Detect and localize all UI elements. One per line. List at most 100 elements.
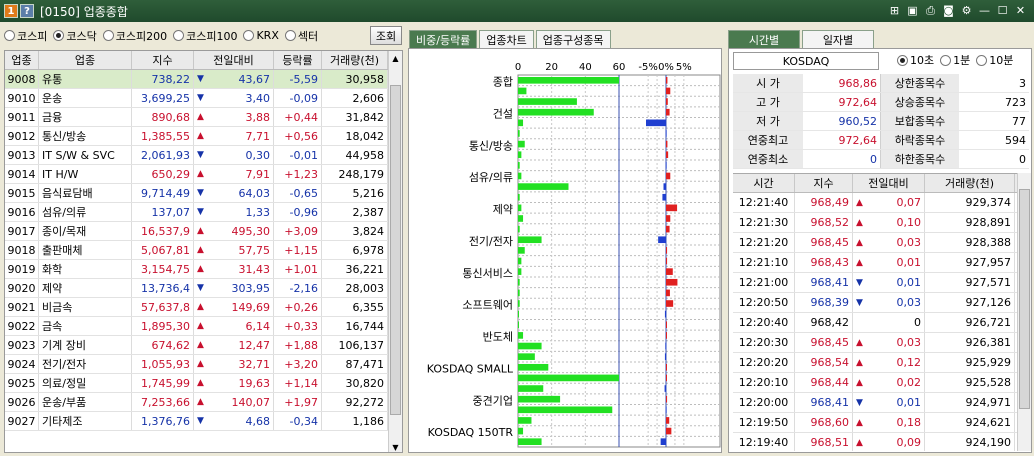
summary-value: 0 xyxy=(803,150,881,168)
weight-bar xyxy=(518,321,519,329)
table-row[interactable]: 12:20:20 968,54 ▲ 0,12 925,929 xyxy=(733,353,1029,373)
print-icon[interactable]: ⎙ xyxy=(923,3,938,18)
table-row[interactable]: 9008 유통 738,22 ▼ 43,67 -5,59 30,958 xyxy=(5,70,402,89)
market-radio-4[interactable]: KRX xyxy=(243,29,279,42)
change-value: 0,30 xyxy=(245,148,271,162)
down-arrow-icon: ▼ xyxy=(856,297,863,308)
pin-icon[interactable]: ⊞ xyxy=(887,3,902,18)
radio-dot[interactable] xyxy=(284,30,296,41)
column-header[interactable]: 전일대비 xyxy=(194,51,274,69)
table-row[interactable]: 9011 금융 890,68 ▲ 3,88 +0,44 31,842 xyxy=(5,108,402,127)
table-row[interactable]: 9010 운송 3,699,25 ▼ 3,40 -0,09 2,606 xyxy=(5,89,402,108)
tab-period-0[interactable]: 시간별 xyxy=(728,30,800,48)
sector-volume: 87,471 xyxy=(322,355,388,373)
interval-radio-1[interactable]: 1분 xyxy=(940,52,970,68)
table-row[interactable]: 12:21:40 968,49 ▲ 0,07 929,374 xyxy=(733,193,1029,213)
table-row[interactable]: 9015 음식료담배 9,714,49 ▼ 64,03 -0,65 5,216 xyxy=(5,184,402,203)
scroll-thumb[interactable] xyxy=(390,85,401,415)
minimize-icon[interactable]: — xyxy=(977,3,992,18)
table-row[interactable]: 9027 기타제조 1,376,76 ▼ 4,68 -0,34 1,186 xyxy=(5,412,402,431)
time-table: 시간 지수 전일대비 거래량(천) 12:21:40 968,49 ▲ 0,07 929,37… xyxy=(733,173,1029,451)
table-row[interactable]: 9022 금속 1,895,30 ▲ 6,14 +0,33 16,744 xyxy=(5,317,402,336)
column-header[interactable]: 등락률 xyxy=(274,51,322,69)
gear-icon[interactable]: ⚙ xyxy=(959,3,974,18)
sector-name: 출판매체 xyxy=(39,241,132,259)
market-radio-2[interactable]: 코스피200 xyxy=(102,28,167,44)
table-row[interactable]: 9026 운송/부품 7,253,66 ▲ 140,07 +1,97 92,272 xyxy=(5,393,402,412)
sector-code: 9010 xyxy=(5,89,39,107)
market-radio-5[interactable]: 섹터 xyxy=(284,28,318,44)
table-row[interactable]: 9014 IT H/W 650,29 ▲ 7,91 +1,23 248,179 xyxy=(5,165,402,184)
weight-tick-label: 20 xyxy=(545,62,558,73)
table-row[interactable]: 12:19:40 968,51 ▲ 0,09 924,190 xyxy=(733,433,1029,451)
weight-tick-label: 0 xyxy=(515,62,521,73)
camera-icon[interactable]: ◙ xyxy=(941,3,956,18)
radio-dot[interactable] xyxy=(53,30,65,41)
index-name-box[interactable]: KOSDAQ xyxy=(733,52,879,70)
column-header[interactable]: 지수 xyxy=(795,174,853,192)
radio-dot[interactable] xyxy=(897,54,908,66)
help-icon[interactable]: ? xyxy=(20,4,34,18)
up-arrow-icon: ▲ xyxy=(856,217,863,228)
tick-change: ▼ 0,03 xyxy=(853,293,925,312)
table-row[interactable]: 9013 IT S/W & SVC 2,061,93 ▼ 0,30 -0,01 44,958 xyxy=(5,146,402,165)
table-row[interactable]: 9019 화학 3,154,75 ▲ 31,43 +1,01 36,221 xyxy=(5,260,402,279)
column-header[interactable]: 업종 xyxy=(39,51,132,69)
table-row[interactable]: 9016 섬유/의류 137,07 ▼ 1,33 -0,96 2,387 xyxy=(5,203,402,222)
table-row[interactable]: 12:21:20 968,45 ▲ 0,03 928,388 xyxy=(733,233,1029,253)
table-row[interactable]: 12:19:50 968,60 ▲ 0,18 924,621 xyxy=(733,413,1029,433)
tab-period-1[interactable]: 일자별 xyxy=(802,30,874,48)
weight-bar xyxy=(518,310,519,318)
time-table-scrollbar[interactable] xyxy=(1017,173,1031,451)
weight-bar xyxy=(518,427,524,435)
tab-chart-0[interactable]: 비중/등락률 xyxy=(409,30,478,48)
weight-bar xyxy=(518,204,522,212)
table-row[interactable]: 9025 의료/정밀 1,745,99 ▲ 19,63 +1,14 30,820 xyxy=(5,374,402,393)
market-radio-1[interactable]: 코스닥 xyxy=(53,28,97,44)
radio-dot[interactable] xyxy=(940,54,952,66)
interval-radio-0[interactable]: 10초 xyxy=(897,52,934,68)
table-row[interactable]: 9023 기계 장비 674,62 ▲ 12,47 +1,88 106,137 xyxy=(5,336,402,355)
window-number-badge[interactable]: 1 xyxy=(4,4,18,18)
tab-chart-1[interactable]: 업종차트 xyxy=(479,30,534,48)
table-row[interactable]: 12:20:00 968,41 ▼ 0,01 924,971 xyxy=(733,393,1029,413)
sector-table-scrollbar[interactable]: ▲ ▼ xyxy=(388,51,402,452)
table-row[interactable]: 12:20:10 968,44 ▲ 0,02 925,528 xyxy=(733,373,1029,393)
column-header[interactable]: 전일대비 xyxy=(853,174,925,192)
radio-dot[interactable] xyxy=(243,30,255,41)
table-row[interactable]: 9024 전기/전자 1,055,93 ▲ 32,71 +3,20 87,471 xyxy=(5,355,402,374)
screenshot-icon[interactable]: ▣ xyxy=(905,3,920,18)
interval-radio-2[interactable]: 10분 xyxy=(976,52,1013,68)
change-value: 0,07 xyxy=(896,196,922,209)
radio-dot[interactable] xyxy=(173,30,185,41)
table-row[interactable]: 12:21:00 968,41 ▼ 0,01 927,571 xyxy=(733,273,1029,293)
table-row[interactable]: 12:20:50 968,39 ▼ 0,03 927,126 xyxy=(733,293,1029,313)
table-row[interactable]: 9020 제약 13,736,4 ▼ 303,95 -2,16 28,003 xyxy=(5,279,402,298)
table-row[interactable]: 9017 종이/목재 16,537,9 ▲ 495,30 +3,09 3,824 xyxy=(5,222,402,241)
radio-dot[interactable] xyxy=(976,54,988,66)
table-row[interactable]: 12:21:10 968,43 ▲ 0,01 927,957 xyxy=(733,253,1029,273)
column-header[interactable]: 업종 xyxy=(5,51,39,69)
column-header[interactable]: 거래량(천) xyxy=(322,51,388,69)
table-row[interactable]: 12:21:30 968,52 ▲ 0,10 928,891 xyxy=(733,213,1029,233)
market-radio-0[interactable]: 코스피 xyxy=(4,28,47,44)
tab-chart-2[interactable]: 업종구성종목 xyxy=(535,30,611,48)
table-row[interactable]: 9012 통신/방송 1,385,55 ▲ 7,71 +0,56 18,042 xyxy=(5,127,402,146)
table-row[interactable]: 9018 출판매체 5,067,81 ▲ 57,75 +1,15 6,978 xyxy=(5,241,402,260)
column-header[interactable]: 거래량(천) xyxy=(925,174,1015,192)
scroll-thumb[interactable] xyxy=(1019,189,1030,409)
column-header[interactable]: 지수 xyxy=(132,51,194,69)
column-header[interactable]: 시간 xyxy=(733,174,795,192)
radio-dot[interactable] xyxy=(102,30,114,41)
table-row[interactable]: 9021 비금속 57,637,8 ▲ 149,69 +0,26 6,355 xyxy=(5,298,402,317)
table-row[interactable]: 12:20:40 968,42 0 926,721 xyxy=(733,313,1029,333)
table-row[interactable]: 12:20:30 968,45 ▲ 0,03 926,381 xyxy=(733,333,1029,353)
scroll-up-icon[interactable]: ▲ xyxy=(389,51,402,65)
change-value: 0,12 xyxy=(896,356,922,369)
query-button[interactable]: 조회 xyxy=(370,26,402,45)
market-radio-3[interactable]: 코스피100 xyxy=(173,28,237,44)
maximize-icon[interactable]: ☐ xyxy=(995,3,1010,18)
scroll-down-icon[interactable]: ▼ xyxy=(389,440,402,452)
close-icon[interactable]: ✕ xyxy=(1013,3,1028,18)
radio-dot[interactable] xyxy=(4,30,15,41)
